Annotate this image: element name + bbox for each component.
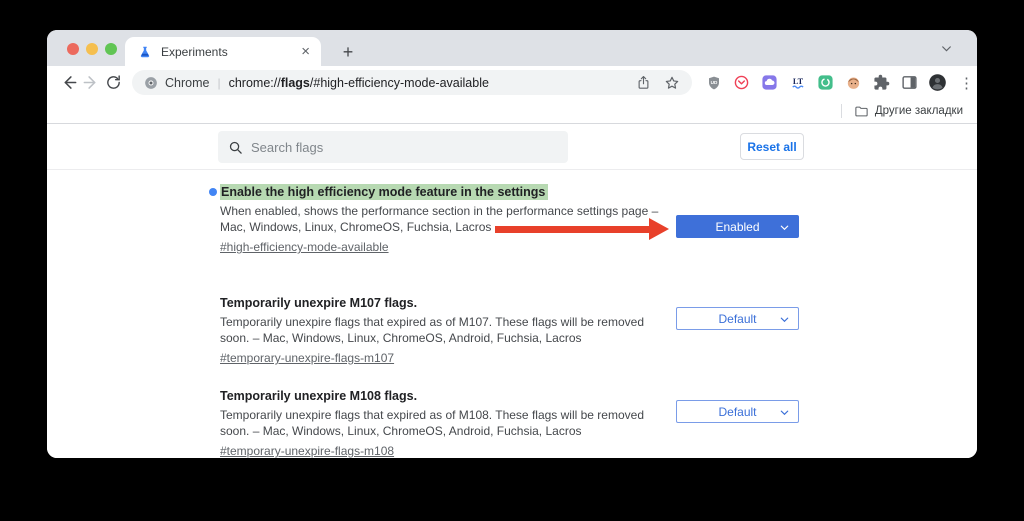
back-icon[interactable] xyxy=(59,71,78,95)
chevron-down-icon xyxy=(779,314,790,325)
flags-header-row: Reset all xyxy=(47,124,977,170)
chevron-down-icon xyxy=(779,222,790,233)
tab-bar: Experiments × + xyxy=(47,30,977,66)
window-controls xyxy=(67,43,117,55)
folder-icon xyxy=(854,104,869,119)
search-icon xyxy=(229,141,242,154)
flag-permalink[interactable]: #temporary-unexpire-flags-m107 xyxy=(220,351,394,365)
reset-all-button[interactable]: Reset all xyxy=(740,133,804,160)
extensions-row: UD LT ⋮ xyxy=(704,73,977,92)
minimize-window-button[interactable] xyxy=(86,43,98,55)
address-bar[interactable]: Chrome | chrome://flags/#high-efficiency… xyxy=(132,70,692,95)
toolbar: Chrome | chrome://flags/#high-efficiency… xyxy=(47,66,977,99)
close-window-button[interactable] xyxy=(67,43,79,55)
chrome-logo-icon xyxy=(144,76,158,90)
flag-title: Temporarily unexpire M108 flags. xyxy=(220,389,418,403)
browser-window: Experiments × + Chrome | chrome://flags/… xyxy=(47,30,977,458)
tab-overflow-chevron-icon[interactable] xyxy=(940,42,953,55)
forward-icon xyxy=(82,71,101,95)
bookmarks-divider xyxy=(840,104,842,118)
tab-experiments[interactable]: Experiments × xyxy=(125,37,321,66)
flag-description: Temporarily unexpire flags that expired … xyxy=(220,408,644,438)
new-tab-button[interactable]: + xyxy=(335,39,361,65)
dropdown-value: Enabled xyxy=(715,219,760,234)
reload-icon[interactable] xyxy=(105,71,122,95)
modified-flag-bullet xyxy=(209,188,217,196)
languagetool-extension-icon[interactable]: LT xyxy=(788,73,807,92)
flag-entry-unexpire-m107: Temporarily unexpire M107 flags. Tempora… xyxy=(209,295,679,367)
bookmark-star-icon[interactable] xyxy=(664,75,680,91)
flag-description: Temporarily unexpire flags that expired … xyxy=(220,315,644,345)
flag-dropdown-default-m107[interactable]: Default xyxy=(676,307,799,330)
dropdown-value: Default xyxy=(718,404,757,419)
profile-avatar[interactable] xyxy=(928,73,947,92)
other-bookmarks-label[interactable]: Другие закладки xyxy=(875,105,963,117)
search-flags-input[interactable] xyxy=(251,139,531,155)
flag-entry-unexpire-m108: Temporarily unexpire M108 flags. Tempora… xyxy=(209,388,679,458)
tab-title: Experiments xyxy=(161,44,228,59)
shield-extension-icon[interactable]: UD xyxy=(704,73,723,92)
flag-entry-high-efficiency-mode: Enable the high efficiency mode feature … xyxy=(209,184,679,256)
bookmarks-bar: Другие закладки xyxy=(47,99,977,124)
svg-text:LT: LT xyxy=(792,76,803,85)
flag-permalink[interactable]: #high-efficiency-mode-available xyxy=(220,240,389,254)
flags-page: Reset all Enable the high efficiency mod… xyxy=(47,124,977,458)
flask-icon xyxy=(138,45,152,59)
pocket-extension-icon[interactable] xyxy=(732,73,751,92)
green-circle-extension-icon[interactable] xyxy=(816,73,835,92)
omnibox-separator: | xyxy=(217,75,221,90)
browser-menu-icon[interactable]: ⋮ xyxy=(956,74,977,92)
side-panel-icon[interactable] xyxy=(900,73,919,92)
flag-permalink[interactable]: #temporary-unexpire-flags-m108 xyxy=(220,444,394,458)
dropdown-value: Default xyxy=(718,311,757,326)
chevron-down-icon xyxy=(779,407,790,418)
flag-description: When enabled, shows the performance sect… xyxy=(220,204,659,234)
share-icon[interactable] xyxy=(636,75,651,90)
extensions-puzzle-icon[interactable] xyxy=(872,73,891,92)
svg-text:UD: UD xyxy=(710,80,717,85)
flag-dropdown-enabled[interactable]: Enabled xyxy=(676,215,799,238)
flag-dropdown-default-m108[interactable]: Default xyxy=(676,400,799,423)
url-text: chrome://flags/#high-efficiency-mode-ava… xyxy=(228,75,489,90)
face-extension-icon[interactable] xyxy=(844,73,863,92)
fullscreen-window-button[interactable] xyxy=(105,43,117,55)
search-flags-box[interactable] xyxy=(218,131,568,163)
cloud-extension-icon[interactable] xyxy=(760,73,779,92)
tab-close-icon[interactable]: × xyxy=(299,44,312,59)
flag-title: Enable the high efficiency mode feature … xyxy=(220,184,679,200)
flag-title: Temporarily unexpire M107 flags. xyxy=(220,296,418,310)
site-label: Chrome xyxy=(165,75,210,90)
